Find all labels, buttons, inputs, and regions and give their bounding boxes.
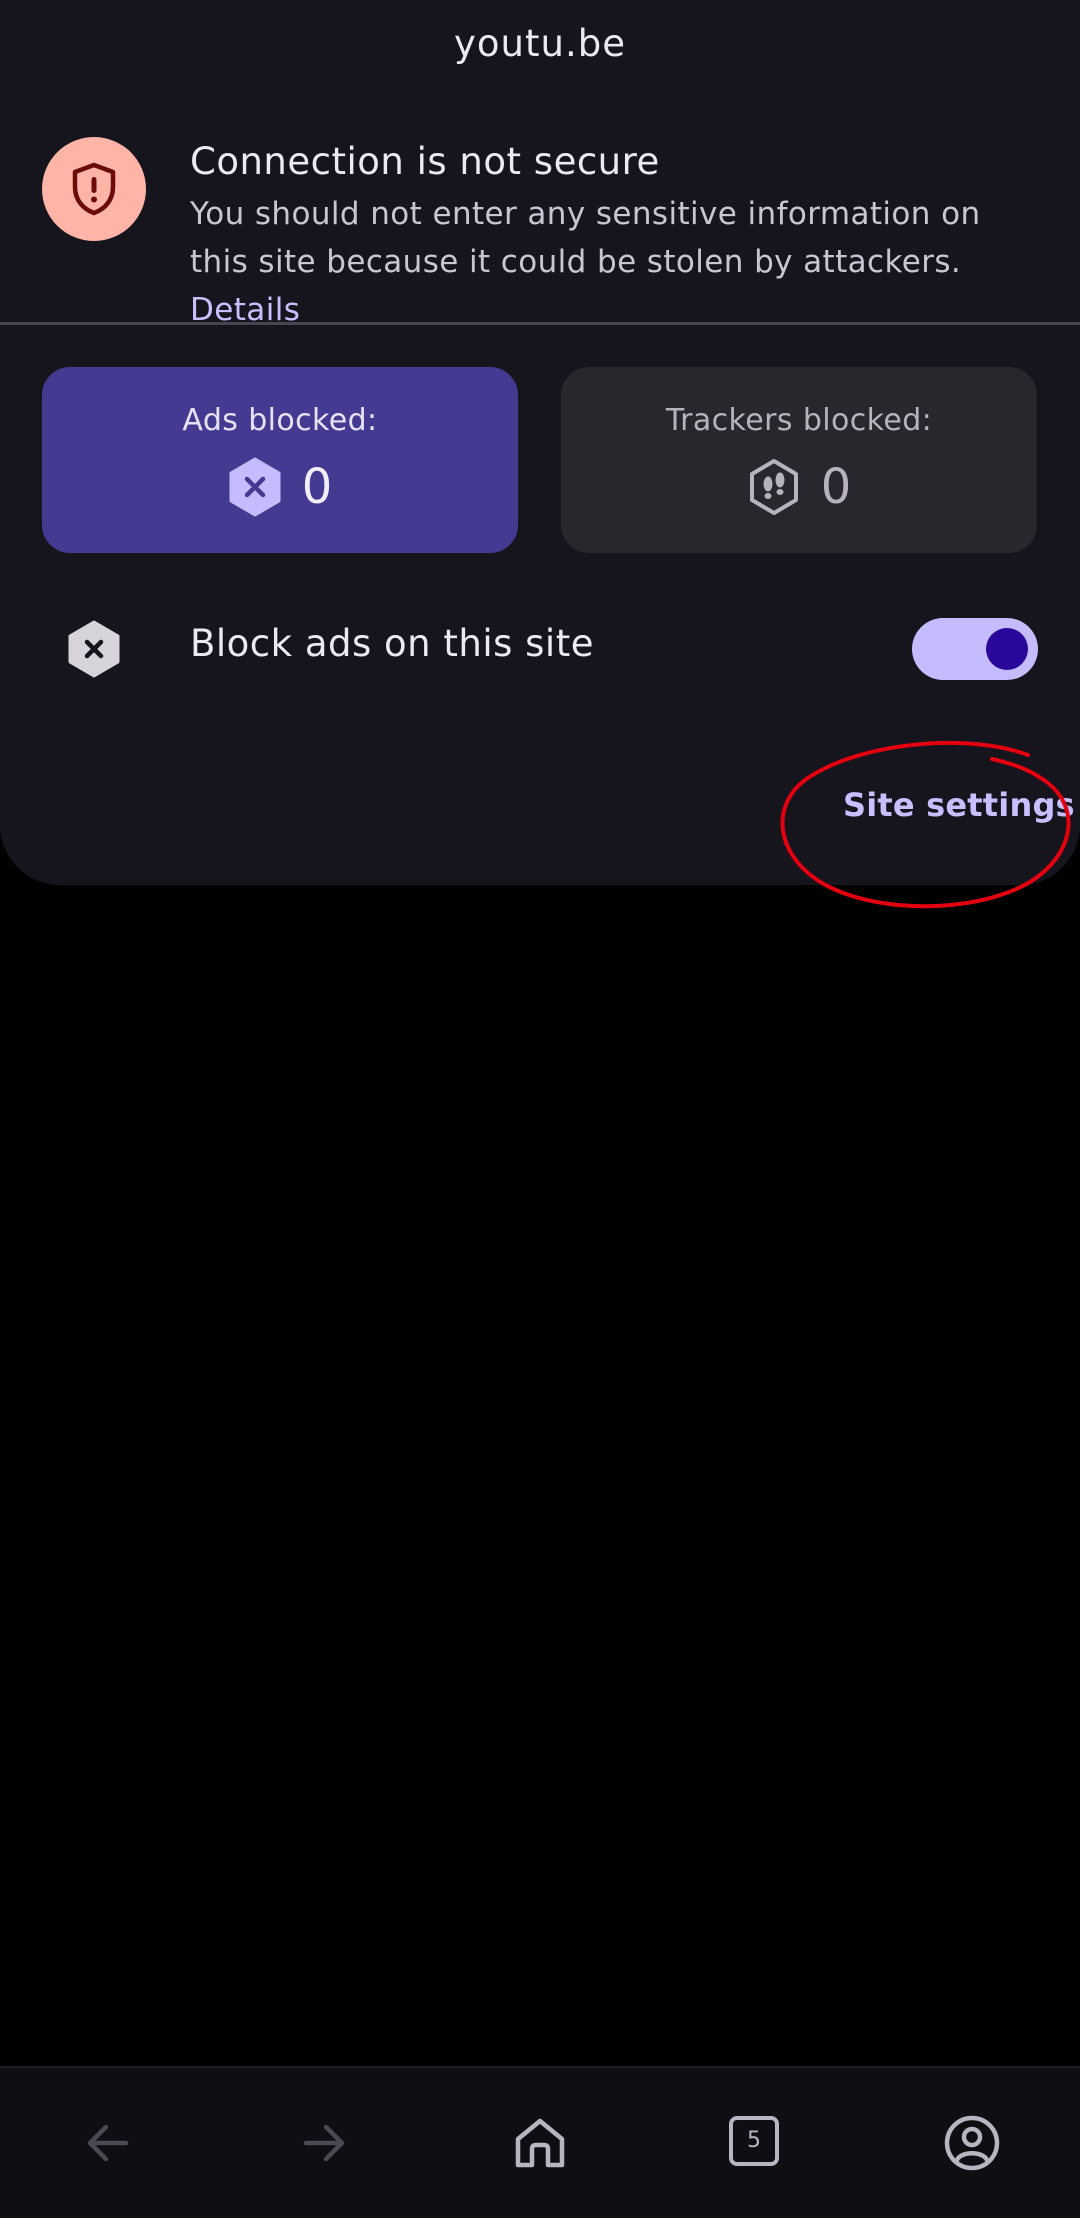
trackers-blocked-row: 0 [561, 457, 1037, 517]
home-icon [515, 2118, 565, 2168]
account-button[interactable] [940, 2111, 1004, 2175]
annotation-circle [780, 740, 1071, 909]
site-domain-title: youtu.be [454, 22, 626, 65]
bottom-navigation-bar: 5 [0, 2066, 1080, 2218]
ads-blocked-label: Ads blocked: [182, 403, 378, 438]
block-ads-label: Block ads on this site [190, 622, 594, 665]
block-ads-toggle[interactable] [912, 618, 1038, 680]
shield-exclamation-icon [72, 162, 116, 216]
back-button[interactable] [76, 2111, 140, 2175]
account-icon [944, 2115, 1000, 2171]
ads-blocked-count: 0 [301, 459, 333, 515]
home-button[interactable] [508, 2111, 572, 2175]
ads-blocked-card: Ads blocked: 0 [42, 367, 518, 553]
connection-status-title: Connection is not secure [190, 140, 660, 183]
warning-shield-badge [42, 137, 146, 241]
back-arrow-icon [87, 2124, 129, 2162]
tabs-button[interactable]: 5 [724, 2111, 788, 2175]
divider [0, 322, 1080, 325]
trackers-blocked-count: 0 [820, 459, 852, 515]
tab-count-badge: 5 [729, 2116, 779, 2166]
forward-arrow-icon [303, 2124, 345, 2162]
hexagon-x-icon [68, 620, 120, 678]
connection-warning-text: You should not enter any sensitive infor… [190, 190, 1030, 334]
hexagon-x-icon [229, 457, 281, 517]
warning-description: You should not enter any sensitive infor… [190, 196, 981, 280]
trackers-blocked-card: Trackers blocked: 0 [561, 367, 1037, 553]
forward-button[interactable] [292, 2111, 356, 2175]
trackers-blocked-label: Trackers blocked: [665, 403, 933, 438]
toggle-knob [986, 628, 1028, 670]
ads-blocked-row: 0 [42, 457, 518, 517]
hexagon-footprints-icon [749, 459, 798, 515]
